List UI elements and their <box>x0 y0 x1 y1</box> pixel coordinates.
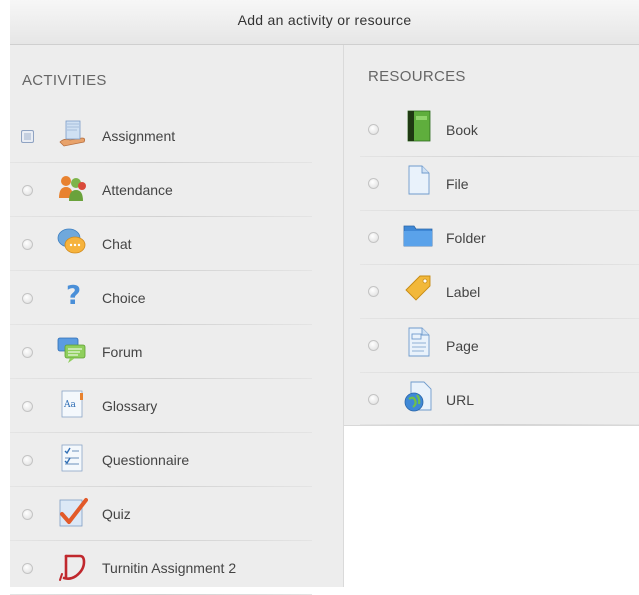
resource-label: Book <box>446 122 478 138</box>
svg-text:Aa: Aa <box>63 400 76 410</box>
file-icon <box>402 164 434 196</box>
questionnaire-radio[interactable] <box>22 455 33 466</box>
activity-label: Quiz <box>102 506 131 522</box>
activity-label: Assignment <box>102 128 176 144</box>
svg-text:?: ? <box>66 281 81 311</box>
resource-label: Label <box>446 284 481 300</box>
choice-icon: ? <box>56 280 88 312</box>
chat-radio[interactable] <box>22 239 33 250</box>
questionnaire-icon <box>56 442 88 474</box>
activities-column: ACTIVITIES Assignment Attendance Chat ? … <box>10 45 344 595</box>
activity-option-attendance[interactable]: Attendance <box>10 163 312 217</box>
resource-option-page[interactable]: Page <box>360 319 639 373</box>
resource-label: Page <box>446 338 479 354</box>
glossary-radio[interactable] <box>22 401 33 412</box>
resource-label: Folder <box>446 230 486 246</box>
label-icon <box>402 272 434 304</box>
url-icon <box>402 380 434 412</box>
resource-option-book[interactable]: Book <box>360 103 639 157</box>
book-icon <box>402 110 434 142</box>
url-radio[interactable] <box>368 394 379 405</box>
activity-label: Turnitin Assignment 2 <box>102 560 237 576</box>
activity-label: Attendance <box>102 182 173 198</box>
activities-heading: ACTIVITIES <box>22 72 107 89</box>
activity-label: Forum <box>102 344 143 360</box>
dialog-header: Add an activity or resource <box>10 0 639 45</box>
resource-option-url[interactable]: URL <box>360 373 639 425</box>
page-radio[interactable] <box>368 340 379 351</box>
folder-icon <box>402 218 434 250</box>
dialog-title: Add an activity or resource <box>237 12 412 28</box>
activity-option-assignment[interactable]: Assignment <box>10 109 312 163</box>
resource-option-file[interactable]: File <box>360 157 639 211</box>
attendance-icon <box>56 172 88 204</box>
activity-option-glossary[interactable]: Aa Glossary <box>10 379 312 433</box>
activity-option-quiz[interactable]: Quiz <box>10 487 312 541</box>
activity-option-forum[interactable]: Forum <box>10 325 312 379</box>
activity-label: Questionnaire <box>102 452 190 468</box>
book-radio[interactable] <box>368 124 379 135</box>
forum-icon <box>56 334 88 366</box>
activity-label: Choice <box>102 290 146 306</box>
resource-label: URL <box>446 392 475 408</box>
activity-option-choice[interactable]: ? Choice <box>10 271 312 325</box>
activity-option-chat[interactable]: Chat <box>10 217 312 271</box>
turnitin-icon <box>56 550 88 582</box>
resource-option-folder[interactable]: Folder <box>360 211 639 265</box>
chat-icon <box>56 226 88 258</box>
file-radio[interactable] <box>368 178 379 189</box>
turnitin-radio[interactable] <box>22 563 33 574</box>
activity-label: Chat <box>102 236 132 252</box>
quiz-icon <box>56 496 88 528</box>
activity-label: Glossary <box>102 398 158 414</box>
attendance-radio[interactable] <box>22 185 33 196</box>
label-radio[interactable] <box>368 286 379 297</box>
assignment-icon <box>56 118 88 150</box>
quiz-radio[interactable] <box>22 509 33 520</box>
resource-option-label[interactable]: Label <box>360 265 639 319</box>
forum-radio[interactable] <box>22 347 33 358</box>
folder-radio[interactable] <box>368 232 379 243</box>
resource-label: File <box>446 176 469 192</box>
glossary-icon: Aa <box>56 388 88 420</box>
resources-column: RESOURCES Book File Folder Label Page UR… <box>344 45 639 426</box>
page-icon <box>402 326 434 358</box>
assignment-radio[interactable] <box>21 130 34 143</box>
resources-heading: RESOURCES <box>368 68 466 85</box>
choice-radio[interactable] <box>22 293 33 304</box>
activity-option-questionnaire[interactable]: Questionnaire <box>10 433 312 487</box>
